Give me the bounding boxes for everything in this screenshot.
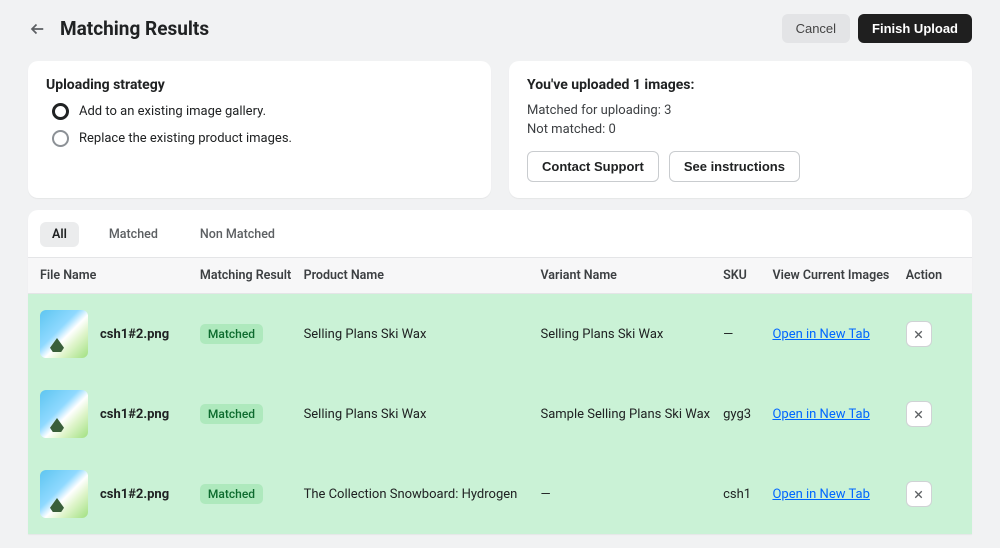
file-name: csh1#2.png [100, 487, 169, 502]
open-new-tab-link[interactable]: Open in New Tab [772, 407, 869, 422]
close-icon [912, 408, 925, 421]
page-title: Matching Results [60, 17, 209, 40]
col-sku: SKU [723, 268, 772, 283]
product-name: Selling Plans Ski Wax [304, 407, 541, 422]
tab-matched[interactable]: Matched [97, 222, 170, 247]
col-product: Product Name [304, 268, 541, 283]
sku: gyg3 [723, 407, 772, 422]
table-header: File Name Matching Result Product Name V… [28, 257, 972, 294]
cancel-button[interactable]: Cancel [782, 14, 850, 43]
summary-title: You've uploaded 1 images: [527, 77, 954, 93]
contact-support-button[interactable]: Contact Support [527, 151, 659, 182]
col-view: View Current Images [772, 268, 905, 283]
variant-name: Sample Selling Plans Ski Wax [540, 407, 723, 422]
status-badge: Matched [200, 484, 263, 504]
close-icon [912, 488, 925, 501]
status-badge: Matched [200, 404, 263, 424]
summary-card: You've uploaded 1 images: Matched for up… [509, 61, 972, 198]
see-instructions-button[interactable]: See instructions [669, 151, 800, 182]
status-badge: Matched [200, 324, 263, 344]
summary-notmatched: Not matched: 0 [527, 122, 954, 137]
tab-non-matched[interactable]: Non Matched [188, 222, 287, 247]
radio-add-existing[interactable]: Add to an existing image gallery. [52, 103, 473, 120]
tabs: All Matched Non Matched [28, 210, 972, 257]
col-match: Matching Result [200, 268, 304, 283]
radio-replace[interactable]: Replace the existing product images. [52, 130, 473, 147]
sku: csh1 [723, 487, 772, 502]
thumbnail [40, 310, 88, 358]
radio-label: Replace the existing product images. [79, 131, 292, 146]
strategy-title: Uploading strategy [46, 77, 473, 93]
col-variant: Variant Name [540, 268, 723, 283]
open-new-tab-link[interactable]: Open in New Tab [772, 327, 869, 342]
strategy-card: Uploading strategy Add to an existing im… [28, 61, 491, 198]
summary-matched: Matched for uploading: 3 [527, 103, 954, 118]
close-icon [912, 328, 925, 341]
finish-upload-button[interactable]: Finish Upload [858, 14, 972, 43]
product-name: Selling Plans Ski Wax [304, 327, 541, 342]
sku: — [723, 327, 772, 342]
remove-button[interactable] [906, 481, 932, 507]
remove-button[interactable] [906, 401, 932, 427]
radio-icon [52, 103, 69, 120]
table-row: csh1#2.png Matched Selling Plans Ski Wax… [28, 374, 972, 454]
thumbnail [40, 390, 88, 438]
radio-label: Add to an existing image gallery. [79, 104, 266, 119]
open-new-tab-link[interactable]: Open in New Tab [772, 487, 869, 502]
tab-all[interactable]: All [40, 222, 79, 247]
results-card: All Matched Non Matched File Name Matchi… [28, 210, 972, 534]
back-arrow-icon[interactable] [28, 19, 48, 39]
page-header: Matching Results Cancel Finish Upload [28, 14, 972, 43]
variant-name: — [540, 487, 723, 502]
table-row: csh1#2.png Matched The Collection Snowbo… [28, 454, 972, 534]
variant-name: Selling Plans Ski Wax [540, 327, 723, 342]
col-file: File Name [40, 268, 200, 283]
product-name: The Collection Snowboard: Hydrogen [304, 487, 541, 502]
col-action: Action [906, 268, 960, 283]
remove-button[interactable] [906, 321, 932, 347]
file-name: csh1#2.png [100, 407, 169, 422]
thumbnail [40, 470, 88, 518]
table-row: csh1#2.png Matched Selling Plans Ski Wax… [28, 294, 972, 374]
file-name: csh1#2.png [100, 327, 169, 342]
radio-icon [52, 130, 69, 147]
